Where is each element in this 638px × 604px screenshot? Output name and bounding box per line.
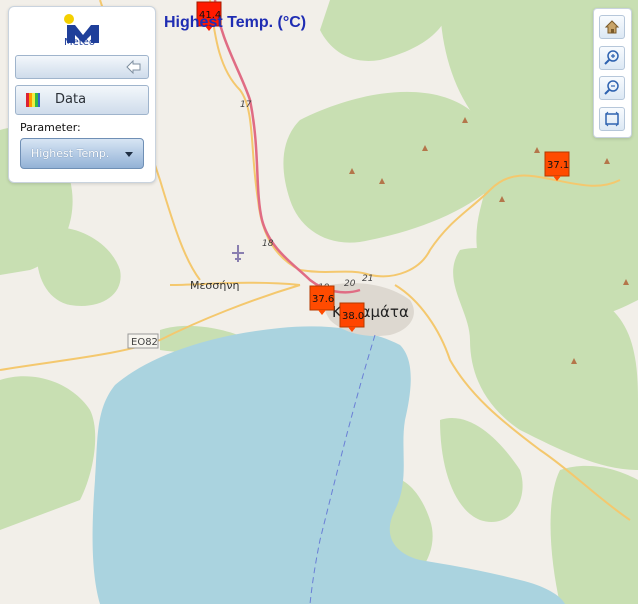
highway-label: EO82 bbox=[131, 337, 158, 348]
chevron-down-icon bbox=[125, 152, 133, 157]
map-title: Highest Temp. (°C) bbox=[164, 14, 307, 31]
zoom-extent-button[interactable] bbox=[599, 107, 625, 131]
road-label-21: 21 bbox=[362, 274, 373, 284]
logo-text: Meteo bbox=[64, 37, 95, 48]
place-messini: Μεσσήνη bbox=[190, 279, 239, 292]
color-scale-icon bbox=[26, 93, 40, 107]
zoom-out-icon bbox=[604, 80, 619, 95]
temp-marker-label: 37.1 bbox=[547, 160, 569, 171]
zoom-extent-icon bbox=[605, 111, 619, 127]
parameter-label: Parameter: bbox=[20, 121, 81, 134]
data-button-label: Data bbox=[55, 92, 87, 107]
zoom-in-button[interactable] bbox=[599, 46, 625, 70]
home-button[interactable] bbox=[599, 15, 625, 39]
road-label-18: 18 bbox=[262, 239, 274, 249]
map-toolbar bbox=[593, 8, 632, 138]
arrow-left-icon bbox=[126, 60, 141, 74]
parameter-select[interactable]: Highest Temp. bbox=[20, 138, 144, 169]
road-label-20: 20 bbox=[344, 279, 356, 289]
collapse-panel-button[interactable] bbox=[15, 55, 149, 79]
temp-marker-label: 37.6 bbox=[312, 294, 334, 305]
parameter-select-value: Highest Temp. bbox=[31, 147, 110, 160]
temp-marker-label: 38.0 bbox=[342, 311, 364, 322]
control-panel: Meteo Data Parameter: Highest Temp. bbox=[8, 6, 156, 183]
data-button[interactable]: Data bbox=[15, 85, 149, 115]
home-icon bbox=[604, 20, 620, 34]
road-label-17: 17 bbox=[240, 100, 252, 110]
zoom-out-button[interactable] bbox=[599, 76, 625, 100]
zoom-in-icon bbox=[604, 50, 619, 65]
